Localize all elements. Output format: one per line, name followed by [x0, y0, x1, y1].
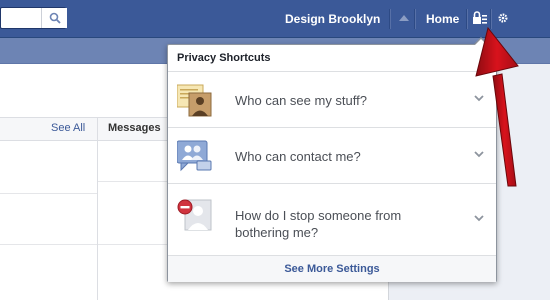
row-divider [0, 193, 97, 194]
item-label: Who can contact me? [235, 149, 361, 164]
nav-separator [414, 9, 416, 29]
search-input[interactable] [0, 7, 67, 29]
nav-separator [389, 9, 391, 29]
row-divider [0, 244, 97, 245]
home-link[interactable]: Home [426, 12, 459, 26]
item-label: Who can see my stuff? [235, 93, 367, 108]
profile-name-link[interactable]: Design Brooklyn [285, 12, 380, 26]
chat-people-icon [177, 140, 212, 172]
privacy-item-contact-me[interactable]: Who can contact me? [168, 128, 496, 184]
see-more-settings-link[interactable]: See More Settings [168, 263, 496, 275]
chevron-down-icon [474, 215, 484, 222]
see-all-link[interactable]: See All [51, 122, 85, 134]
search-button[interactable] [41, 8, 67, 28]
column-divider [97, 117, 98, 300]
privacy-lock-icon[interactable] [472, 10, 488, 26]
messages-title: Messages [108, 122, 161, 134]
popup-footer: See More Settings [168, 255, 496, 282]
search-icon [49, 12, 61, 24]
privacy-item-stop-bothering[interactable]: How do I stop someone from bothering me? [168, 184, 496, 255]
notepad-person-icon [177, 84, 212, 117]
popup-title: Privacy Shortcuts [177, 52, 271, 64]
block-person-icon [177, 199, 212, 231]
gear-icon[interactable] [497, 12, 509, 24]
caret-up-icon[interactable] [399, 15, 409, 21]
row-divider [98, 181, 168, 182]
privacy-item-see-my-stuff[interactable]: Who can see my stuff? [168, 72, 496, 128]
red-arrow-annotation [475, 26, 519, 187]
privacy-shortcuts-popup: Privacy Shortcuts Who can see my stuff? … [167, 44, 497, 282]
row-divider [98, 244, 168, 245]
item-label: How do I stop someone from bothering me? [235, 208, 402, 240]
